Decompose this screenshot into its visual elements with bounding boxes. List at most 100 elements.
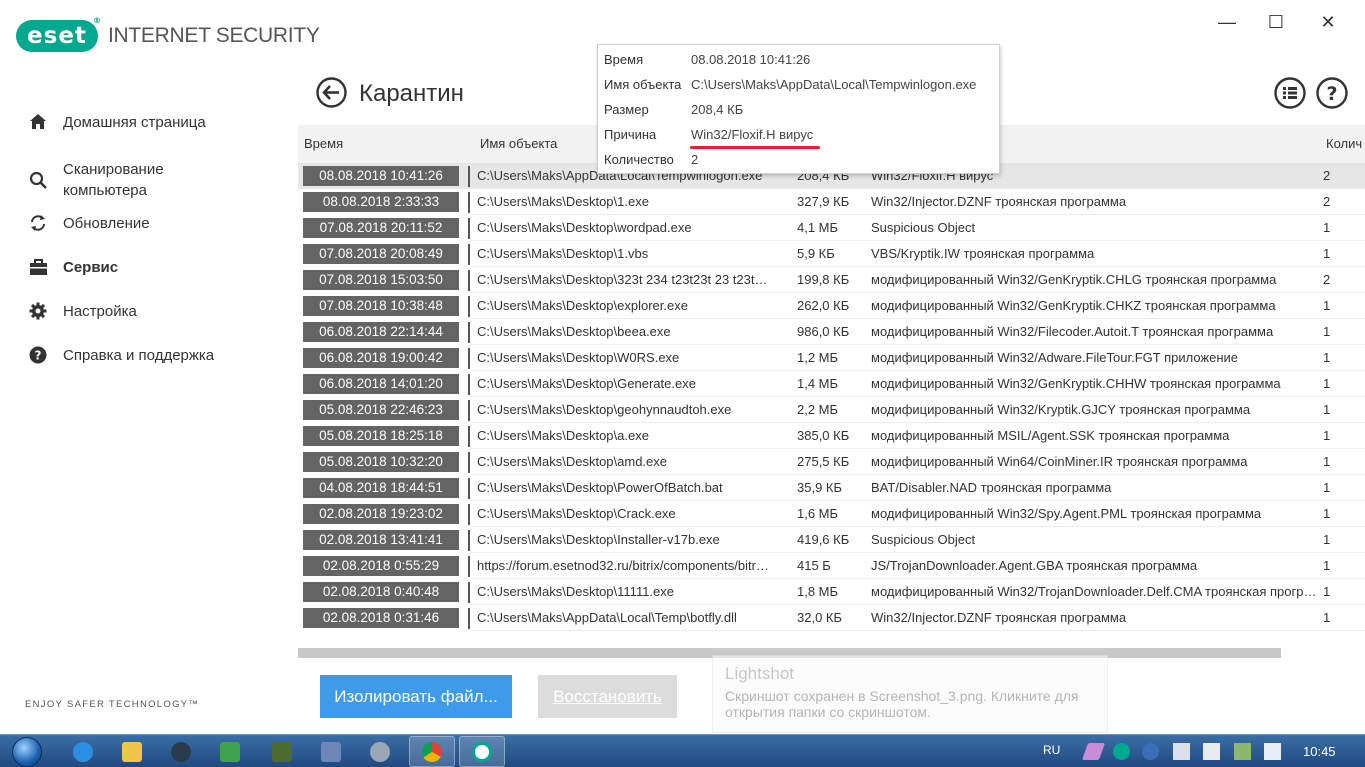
reason-cell: модифицированный Win32/GenKryptik.CHHW т… xyxy=(871,376,1281,391)
monitor-icon xyxy=(321,741,341,762)
table-row[interactable]: 07.08.2018 15:03:50 C:\Users\Maks\Desktop… xyxy=(298,267,1365,293)
red-underline-annotation xyxy=(690,146,820,149)
reason-cell: модифицированный Win32/GenKryptik.CHLG т… xyxy=(871,272,1277,287)
back-button[interactable] xyxy=(316,77,347,108)
sidebar-item-label: Сервис xyxy=(63,259,119,276)
eset-tray-icon[interactable] xyxy=(1113,743,1130,760)
taskbar-chrome[interactable] xyxy=(409,736,455,767)
sidebar-item-label: Обновление xyxy=(63,215,150,232)
restore-button[interactable]: Восстановить xyxy=(538,675,677,718)
sidebar-item-home[interactable]: Домашняя страница xyxy=(0,112,206,133)
table-row[interactable]: 06.08.2018 19:00:42 C:\Users\Maks\Desktop… xyxy=(298,345,1365,371)
reason-cell: Win32/Injector.DZNF троянская программа xyxy=(871,194,1127,209)
table-row[interactable]: 04.08.2018 18:44:51 C:\Users\Maks\Desktop… xyxy=(298,475,1365,501)
question-icon: ? xyxy=(28,345,48,365)
sync-icon[interactable] xyxy=(1142,743,1159,760)
object-name-cell: C:\Users\Maks\Desktop\PowerOfBatch.bat xyxy=(477,480,723,495)
table-row[interactable]: 06.08.2018 22:14:44 C:\Users\Maks\Desktop… xyxy=(298,319,1365,345)
clock[interactable]: 10:45 xyxy=(1303,744,1336,759)
count-cell: 1 xyxy=(1323,532,1331,547)
table-row[interactable]: 02.08.2018 0:31:46 C:\Users\Maks\AppData\… xyxy=(298,605,1365,631)
size-cell: 327,9 КБ xyxy=(797,194,850,209)
time-cell: 07.08.2018 10:38:48 xyxy=(303,296,459,316)
svg-text:?: ? xyxy=(1326,83,1337,105)
time-cell: 08.08.2018 10:41:26 xyxy=(303,166,459,186)
quarantine-file-button[interactable]: Изолировать файл... xyxy=(320,675,512,718)
column-name[interactable]: Имя объекта xyxy=(480,136,557,151)
minimize-button[interactable]: — xyxy=(1204,8,1250,36)
maximize-button[interactable]: ☐ xyxy=(1253,8,1299,36)
table-row[interactable]: 07.08.2018 20:08:49 C:\Users\Maks\Desktop… xyxy=(298,241,1365,267)
product-name: INTERNET SECURITY xyxy=(108,24,320,47)
taskbar-ie[interactable] xyxy=(60,736,106,767)
time-cell: 05.08.2018 22:46:23 xyxy=(303,400,459,420)
view-list-button[interactable] xyxy=(1274,77,1306,109)
object-name-cell: C:\Users\Maks\Desktop\Crack.exe xyxy=(477,506,676,521)
time-cell: 02.08.2018 0:40:48 xyxy=(303,582,459,602)
table-row[interactable]: 02.08.2018 19:23:02 C:\Users\Maks\Desktop… xyxy=(298,501,1365,527)
ie-icon xyxy=(73,741,93,762)
count-cell: 1 xyxy=(1323,324,1331,339)
sidebar-item-update[interactable]: Обновление xyxy=(0,213,150,234)
table-row[interactable]: 02.08.2018 0:40:48 C:\Users\Maks\Desktop\… xyxy=(298,579,1365,605)
column-separator xyxy=(468,530,470,551)
column-separator xyxy=(468,452,470,473)
sidebar-item-help[interactable]: ? Справка и поддержка xyxy=(0,345,214,366)
signal-icon[interactable] xyxy=(1234,743,1251,760)
table-body: 08.08.2018 10:41:26 C:\Users\Maks\AppData… xyxy=(298,163,1365,631)
object-name-cell: C:\Users\Maks\Desktop\geohynnaudtoh.exe xyxy=(477,402,732,417)
size-cell: 35,9 КБ xyxy=(797,480,843,495)
size-cell: 1,8 МБ xyxy=(797,584,839,599)
sidebar-item-tools[interactable]: Сервис xyxy=(0,257,118,278)
count-cell: 2 xyxy=(1323,272,1331,287)
object-name-cell: C:\Users\Maks\Desktop\wordpad.exe xyxy=(477,220,692,235)
table-row[interactable]: 02.08.2018 0:55:29 https://forum.esetnod3… xyxy=(298,553,1365,579)
language-indicator[interactable]: RU xyxy=(1043,743,1060,757)
size-cell: 1,4 МБ xyxy=(797,376,839,391)
time-cell: 07.08.2018 20:11:52 xyxy=(303,218,459,238)
table-row[interactable]: 02.08.2018 13:41:41 C:\Users\Maks\Desktop… xyxy=(298,527,1365,553)
start-button[interactable] xyxy=(2,735,52,767)
volume-icon[interactable] xyxy=(1264,743,1281,760)
size-cell: 275,5 КБ xyxy=(797,454,850,469)
taskbar-explorer[interactable] xyxy=(109,736,155,767)
close-button[interactable]: ✕ xyxy=(1305,8,1351,36)
reason-cell: модифицированный Win32/TrojanDownloader.… xyxy=(871,584,1317,599)
time-cell: 02.08.2018 0:55:29 xyxy=(303,556,459,576)
taskbar-eset[interactable] xyxy=(459,736,505,767)
taskbar-media[interactable] xyxy=(158,736,204,767)
column-separator xyxy=(468,166,470,187)
taskbar-cmd[interactable] xyxy=(259,736,305,767)
notification-popup[interactable]: Lightshot Скриншот сохранен в Screenshot… xyxy=(712,655,1108,733)
object-name-cell: C:\Users\Maks\Desktop\beea.exe xyxy=(477,324,671,339)
table-row[interactable]: 05.08.2018 22:46:23 C:\Users\Maks\Desktop… xyxy=(298,397,1365,423)
table-row[interactable]: 07.08.2018 20:11:52 C:\Users\Maks\Desktop… xyxy=(298,215,1365,241)
object-name-cell: C:\Users\Maks\Desktop\1.exe xyxy=(477,194,649,209)
table-row[interactable]: 07.08.2018 10:38:48 C:\Users\Maks\Desktop… xyxy=(298,293,1365,319)
network-error-icon[interactable] xyxy=(1173,743,1190,760)
taskbar-monitor[interactable] xyxy=(308,736,354,767)
pen-icon[interactable] xyxy=(1081,743,1106,760)
help-button[interactable]: ? xyxy=(1316,77,1348,109)
table-row[interactable]: 06.08.2018 14:01:20 C:\Users\Maks\Desktop… xyxy=(298,371,1365,397)
time-cell: 05.08.2018 10:32:20 xyxy=(303,452,459,472)
sidebar-item-setup[interactable]: Настройка xyxy=(0,301,137,322)
column-separator xyxy=(468,296,470,317)
table-row[interactable]: 05.08.2018 10:32:20 C:\Users\Maks\Desktop… xyxy=(298,449,1365,475)
search-icon xyxy=(28,170,48,190)
device-icon[interactable] xyxy=(1203,743,1220,760)
size-cell: 1,2 МБ xyxy=(797,350,839,365)
taskbar-settings[interactable] xyxy=(357,736,403,767)
column-separator xyxy=(468,348,470,369)
size-cell: 32,0 КБ xyxy=(797,610,843,625)
reason-cell: Win32/Injector.DZNF троянская программа xyxy=(871,610,1127,625)
sidebar-item-scan[interactable]: Сканирование компьютера xyxy=(0,159,164,201)
column-time[interactable]: Время xyxy=(304,136,343,151)
object-name-cell: https://forum.esetnod32.ru/bitrix/compon… xyxy=(477,558,769,573)
sidebar-item-label: Домашняя страница xyxy=(63,114,206,131)
column-count[interactable]: Колич xyxy=(1326,136,1362,151)
table-row[interactable]: 05.08.2018 18:25:18 C:\Users\Maks\Desktop… xyxy=(298,423,1365,449)
table-row[interactable]: 08.08.2018 2:33:33 C:\Users\Maks\Desktop\… xyxy=(298,189,1365,215)
reason-cell: Suspicious Object xyxy=(871,220,976,235)
taskbar-network-tool[interactable] xyxy=(207,736,253,767)
